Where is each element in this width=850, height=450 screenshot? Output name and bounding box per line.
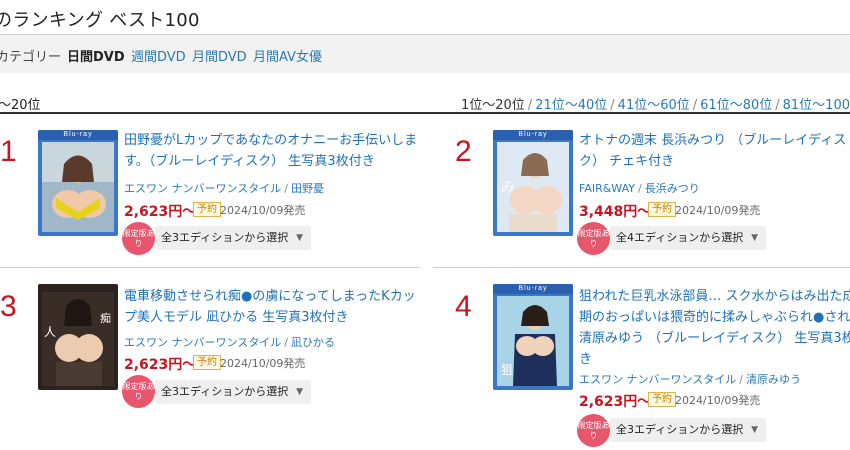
range-heading: 〜20位 <box>0 98 41 113</box>
actress-link[interactable]: 凪ひかる <box>291 336 335 349</box>
reservation-badge: 予約 <box>648 202 676 217</box>
product-cover-image[interactable]: 人 痴 <box>38 284 118 390</box>
edition-select[interactable]: 全3エディションから選択 ▼ <box>155 226 311 250</box>
pager-link-21-40[interactable]: 21位〜40位 <box>535 98 607 113</box>
reservation-badge: 予約 <box>648 392 676 407</box>
cover-art-image <box>42 142 114 232</box>
actress-link[interactable]: 長浜みつり <box>645 182 700 195</box>
release-date: 2024/10/09発売 <box>220 204 306 217</box>
edition-select-label: 全3エディションから選択 <box>161 231 289 244</box>
reservation-badge: 予約 <box>193 202 221 217</box>
product-title-link[interactable]: 田野憂がLカップであなたのオナニーお手伝いします。（ブルーレイディスク） 生写真… <box>124 130 424 172</box>
maker-link[interactable]: エスワン ナンバーワンスタイル <box>579 373 736 386</box>
item-divider <box>0 267 420 268</box>
svg-text:人: 人 <box>44 325 56 339</box>
cover-art-image: み <box>497 142 569 232</box>
price: 2,623円〜 <box>124 204 197 220</box>
maker-link[interactable]: エスワン ナンバーワンスタイル <box>124 336 281 349</box>
release-date: 2024/10/09発売 <box>220 357 306 370</box>
category-monthly-dvd[interactable]: 月間DVD <box>192 46 247 65</box>
category-bar: カテゴリー 日間DVD 週間DVD 月間DVD 月間AV女優 <box>0 34 850 73</box>
reservation-badge: 予約 <box>193 355 221 370</box>
limited-edition-badge: 限定版あり <box>577 414 610 447</box>
pager: 1位〜20位/21位〜40位/41位〜60位/61位〜80位/81位〜100 <box>460 98 850 113</box>
maker-line: エスワン ナンバーワンスタイル / 田野憂 <box>124 182 324 195</box>
price: 3,448円〜 <box>579 204 652 220</box>
svg-text:み: み <box>501 180 515 196</box>
pager-current: 1位〜20位 <box>460 98 525 113</box>
rank-number: 4 <box>455 290 472 323</box>
rank-number: 1 <box>0 135 17 168</box>
chevron-down-icon: ▼ <box>296 233 303 243</box>
product-cover-image[interactable]: Blu-ray <box>38 130 118 236</box>
page-title: のランキング ベスト100 <box>0 10 200 31</box>
edition-select-label: 全4エディションから選択 <box>616 231 744 244</box>
product-cover-image[interactable]: Blu-ray み <box>493 130 573 236</box>
product-title-link[interactable]: オトナの週末 長浜みつり （ブルーレイディスク） チェキ付き <box>579 130 850 172</box>
category-daily-dvd[interactable]: 日間DVD <box>67 46 125 65</box>
maker-line: FAIR&WAY / 長浜みつり <box>579 182 700 195</box>
actress-link[interactable]: 清原みゆう <box>746 373 801 386</box>
rank-number: 2 <box>455 135 472 168</box>
maker-link[interactable]: エスワン ナンバーワンスタイル <box>124 182 281 195</box>
edition-select-label: 全3エディションから選択 <box>161 385 289 398</box>
chevron-down-icon: ▼ <box>751 233 758 243</box>
price: 2,623円〜 <box>579 394 652 410</box>
category-label: カテゴリー <box>0 50 62 65</box>
pager-link-81-100[interactable]: 81位〜100 <box>783 98 850 113</box>
maker-line: エスワン ナンバーワンスタイル / 凪ひかる <box>124 336 335 349</box>
header-rule <box>0 112 850 114</box>
svg-text:痴: 痴 <box>100 311 111 325</box>
chevron-down-icon: ▼ <box>296 387 303 397</box>
pager-link-61-80[interactable]: 61位〜80位 <box>700 98 772 113</box>
limited-edition-badge: 限定版あり <box>122 222 155 255</box>
product-title-link[interactable]: 狙われた巨乳水泳部員… スク水からはみ出た成期のおっぱいは猥奇的に揉みしゃぶられ… <box>579 286 850 370</box>
cover-art-image: 狙 <box>497 296 569 386</box>
maker-link[interactable]: FAIR&WAY <box>579 182 635 195</box>
pager-link-41-60[interactable]: 41位〜60位 <box>618 98 690 113</box>
bluray-banner: Blu-ray <box>493 130 573 140</box>
cover-art-image: 人 痴 <box>42 292 114 386</box>
item-divider <box>433 267 850 268</box>
product-title-link[interactable]: 電車移動させられ痴●の虜になってしまったKカップ美人モデル 凪ひかる 生写真3枚… <box>124 286 424 328</box>
category-weekly-dvd[interactable]: 週間DVD <box>131 46 186 65</box>
maker-line: エスワン ナンバーワンスタイル / 清原みゆう <box>579 373 801 386</box>
edition-select[interactable]: 全3エディションから選択 ▼ <box>610 418 766 442</box>
limited-edition-badge: 限定版あり <box>577 222 610 255</box>
edition-select-label: 全3エディションから選択 <box>616 423 744 436</box>
edition-select[interactable]: 全4エディションから選択 ▼ <box>610 226 766 250</box>
bluray-banner: Blu-ray <box>38 130 118 140</box>
price: 2,623円〜 <box>124 357 197 373</box>
edition-select[interactable]: 全3エディションから選択 ▼ <box>155 380 311 404</box>
actress-link[interactable]: 田野憂 <box>291 182 324 195</box>
bluray-banner: Blu-ray <box>493 284 573 294</box>
product-cover-image[interactable]: Blu-ray 狙 <box>493 284 573 390</box>
svg-text:狙: 狙 <box>501 363 513 377</box>
chevron-down-icon: ▼ <box>751 425 758 435</box>
release-date: 2024/10/09発売 <box>675 204 761 217</box>
limited-edition-badge: 限定版あり <box>122 375 155 408</box>
release-date: 2024/10/09発売 <box>675 394 761 407</box>
rank-number: 3 <box>0 290 17 323</box>
category-monthly-actress[interactable]: 月間AV女優 <box>253 46 322 65</box>
